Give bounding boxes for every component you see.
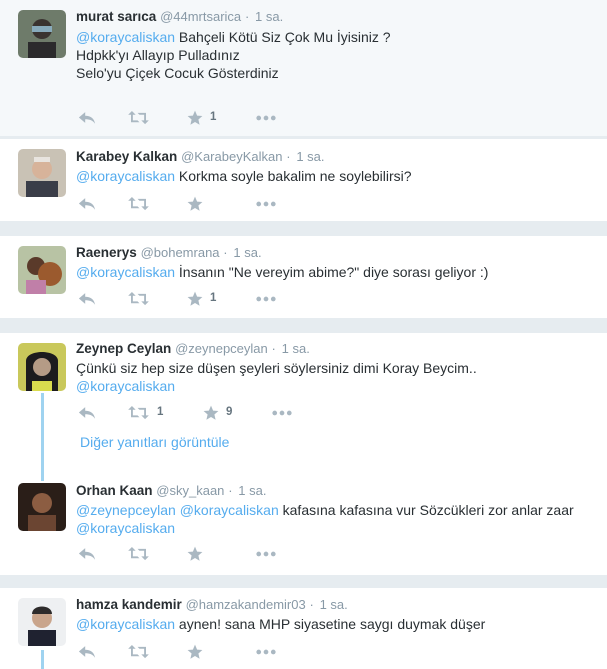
username[interactable]: @zeynepceylan [175,341,268,356]
tweet-text: @zeynepceylan @koraycaliskan kafasına ka… [76,502,574,537]
retweet-icon[interactable] [128,196,149,212]
star-icon[interactable] [203,405,219,421]
timestamp[interactable]: 1 sa. [282,341,310,356]
more-replies-link[interactable]: Diğer yanıtları görüntüle [80,434,229,450]
more-icon[interactable] [256,115,276,131]
display-name[interactable]: hamza kandemir [76,597,182,612]
tweet-header: Orhan Kaan @sky_kaan · 1 sa. [76,483,267,498]
retweet-icon[interactable] [128,405,149,421]
more-icon[interactable] [256,201,276,217]
retweet-count: 1 [157,406,164,418]
more-icon[interactable] [256,551,276,567]
tweet-karabey[interactable]: Karabey Kalkan @KarabeyKalkan · 1 sa. @k… [0,139,607,221]
thread-line [41,393,44,481]
avatar[interactable] [18,10,66,58]
tweet-text: Çünkü siz hep size düşen şeyleri söylers… [76,360,477,395]
tweet-text: @koraycaliskan İnsanın "Ne vereyim abime… [76,264,489,280]
tweet-header: Zeynep Ceylan @zeynepceylan · 1 sa. [76,341,310,356]
display-name[interactable]: murat sarıca [76,9,156,24]
thread-line [41,650,44,669]
reply-icon[interactable] [78,644,96,660]
timestamp[interactable]: 1 sa. [320,597,348,612]
retweet-icon[interactable] [128,110,149,126]
tweet-raenerys[interactable]: Raenerys @bohemrana · 1 sa. @koraycalisk… [0,236,607,318]
star-icon[interactable] [187,546,203,562]
timestamp[interactable]: 1 sa. [296,149,324,164]
reply-icon[interactable] [78,291,96,307]
username[interactable]: @sky_kaan [156,483,224,498]
retweet-icon[interactable] [128,546,149,562]
mention-link[interactable]: @zeynepceylan @koraycaliskan [76,502,279,518]
reply-icon[interactable] [78,196,96,212]
mention-link[interactable]: @koraycaliskan [76,168,175,184]
display-name[interactable]: Raenerys [76,245,137,260]
display-name[interactable]: Orhan Kaan [76,483,153,498]
avatar[interactable] [18,343,66,391]
tweet-header: murat sarıca @44mrtsarica · 1 sa. [76,9,284,24]
avatar[interactable] [18,483,66,531]
favorite-count: 1 [210,292,217,304]
tweet-text: @koraycaliskan Korkma soyle bakalim ne s… [76,168,412,184]
timestamp[interactable]: 1 sa. [255,9,283,24]
star-icon[interactable] [187,196,203,212]
favorite-count: 9 [226,406,233,418]
username[interactable]: @KarabeyKalkan [181,149,282,164]
mention-link[interactable]: @koraycaliskan [76,377,477,395]
display-name[interactable]: Zeynep Ceylan [76,341,171,356]
username[interactable]: @44mrtsarica [160,9,241,24]
tweet-text: @koraycaliskan aynen! sana MHP siyasetin… [76,616,486,632]
favorite-count: 1 [210,111,217,123]
tweet-zeynep-thread[interactable]: Zeynep Ceylan @zeynepceylan · 1 sa. Çünk… [0,333,607,575]
mention-link[interactable]: @koraycaliskan [76,519,574,537]
timestamp[interactable]: 1 sa. [233,245,261,260]
avatar[interactable] [18,246,66,294]
reply-icon[interactable] [78,110,96,126]
retweet-icon[interactable] [128,644,149,660]
reply-icon[interactable] [78,405,96,421]
tweet-murat[interactable]: murat sarıca @44mrtsarica · 1 sa. @koray… [0,0,607,136]
more-icon[interactable] [256,649,276,665]
more-icon[interactable] [256,296,276,312]
retweet-icon[interactable] [128,291,149,307]
more-icon[interactable] [272,410,292,426]
star-icon[interactable] [187,644,203,660]
star-icon[interactable] [187,110,203,126]
tweet-header: Raenerys @bohemrana · 1 sa. [76,245,262,260]
avatar[interactable] [18,598,66,646]
avatar[interactable] [18,149,66,197]
mention-link[interactable]: @koraycaliskan [76,264,175,280]
username[interactable]: @bohemrana [141,245,220,260]
username[interactable]: @hamzakandemir03 [186,597,306,612]
mention-link[interactable]: @koraycaliskan [76,29,175,45]
tweet-hamza[interactable]: hamza kandemir @hamzakandemir03 · 1 sa. … [0,588,607,669]
tweet-header: Karabey Kalkan @KarabeyKalkan · 1 sa. [76,149,325,164]
tweet-feed: murat sarıca @44mrtsarica · 1 sa. @koray… [0,0,607,669]
mention-link[interactable]: @koraycaliskan [76,616,175,632]
tweet-header: hamza kandemir @hamzakandemir03 · 1 sa. [76,597,348,612]
timestamp[interactable]: 1 sa. [238,483,266,498]
reply-icon[interactable] [78,546,96,562]
tweet-text: @koraycaliskan Bahçeli Kötü Siz Çok Mu İ… [76,29,391,81]
display-name[interactable]: Karabey Kalkan [76,149,177,164]
star-icon[interactable] [187,291,203,307]
